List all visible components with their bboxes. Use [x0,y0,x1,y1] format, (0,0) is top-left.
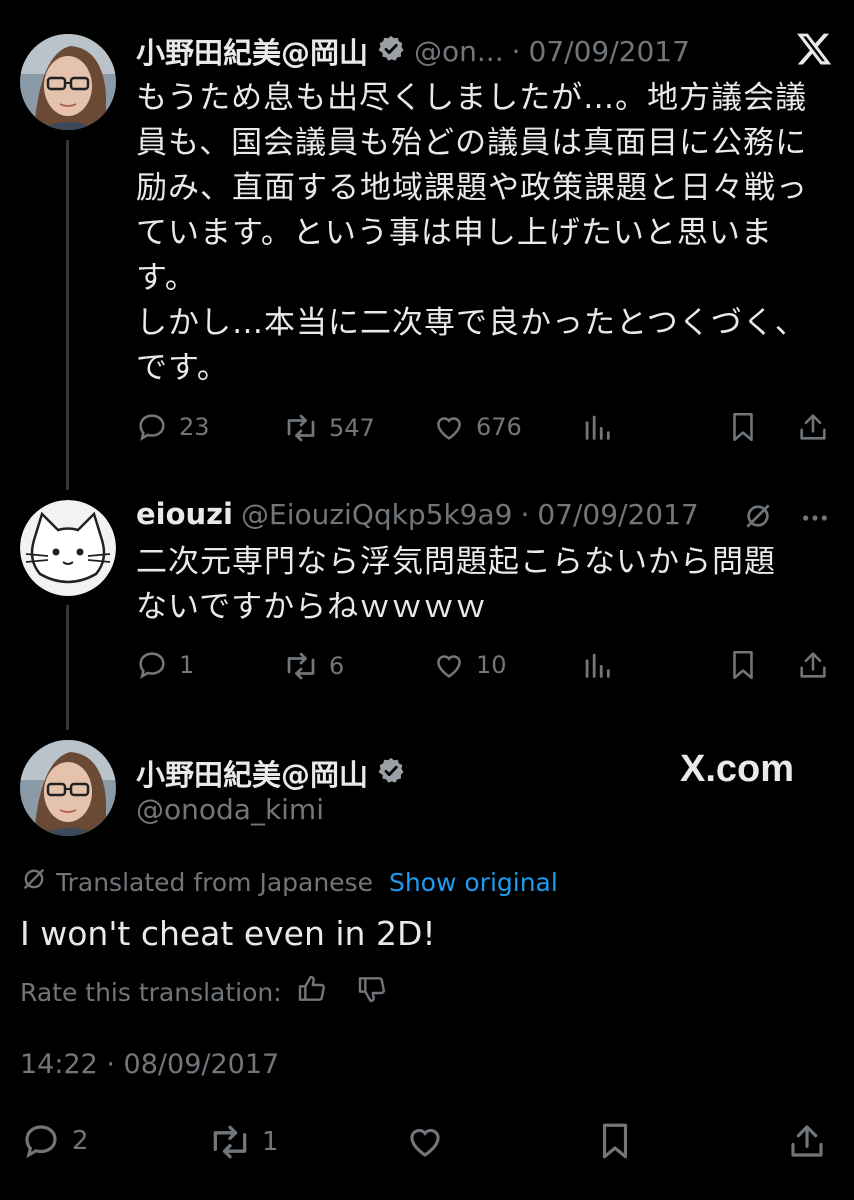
share-icon [796,648,830,682]
repost-icon [283,410,319,446]
like-icon [432,410,466,444]
display-name[interactable]: eiouzi [136,497,233,531]
tweet-date[interactable]: 07/09/2017 [529,35,690,68]
repost-icon [208,1120,252,1164]
reply-count: 23 [179,413,210,441]
tweet-line: もうため息も出尽くしましたが…。地方議会議 [136,80,808,116]
reply-count: 1 [179,651,195,679]
bookmark-icon [726,410,760,444]
translated-label: Translated from Japanese [56,867,373,897]
more-icon[interactable] [798,510,832,529]
tweet-date[interactable]: 07/09/2017 [537,498,698,531]
repost-count: 1 [262,1127,279,1157]
verified-icon [376,34,406,68]
display-name[interactable]: 小野田紀美@岡山 [136,752,368,794]
tweet-line: 二次元専門なら浮気問題起こらないから問題 [136,544,776,580]
rate-translation-label: Rate this translation: [20,977,282,1007]
bookmark-button[interactable] [726,410,760,444]
show-original-link[interactable]: Show original [389,868,558,897]
watermark: X.com [680,748,795,790]
repost-count: 547 [329,414,375,442]
like-count: 10 [476,651,507,679]
tweet-line: 励み、直面する地域課題や政策課題と日々戦っ [136,170,808,206]
bookmark-button[interactable] [594,1120,636,1162]
reply-button[interactable]: 23 [135,410,210,444]
share-button[interactable] [796,410,830,444]
separator: · [520,497,530,531]
thread-line [66,140,69,490]
reply-count: 2 [72,1126,89,1156]
separator: · [511,34,521,68]
avatar[interactable] [20,500,116,596]
like-button[interactable]: 676 [432,410,522,444]
handle[interactable]: @onoda_kimi [136,793,324,826]
bookmark-icon [726,648,760,682]
handle[interactable]: @EiouziQqkp5k9a9 [241,498,512,531]
reply-icon [135,410,169,444]
share-icon [796,410,830,444]
thumbs-down-icon[interactable] [356,973,388,1011]
share-icon [786,1120,828,1162]
verified-icon [376,756,406,790]
like-button[interactable]: 10 [432,648,507,682]
tweet-line: 員も、国会議員も殆どの議員は真面目に公務に [136,125,808,161]
display-name[interactable]: 小野田紀美@岡山 [136,30,368,72]
repost-count: 6 [329,652,345,680]
like-icon [432,648,466,682]
bookmark-icon [594,1120,636,1162]
views-button[interactable] [580,410,614,444]
bookmark-button[interactable] [726,648,760,682]
share-button[interactable] [786,1120,828,1162]
tweet-line: ないですからねｗｗｗｗ [136,589,488,625]
tweet-line: しかし…本当に二次専で良かったとつくづく、 [136,305,807,341]
reply-icon [135,648,169,682]
repost-icon [283,648,319,684]
tweet-text: もうため息も出尽くしましたが…。地方議会議 員も、国会議員も殆どの議員は真面目に… [136,76,826,391]
avatar[interactable] [20,34,116,130]
repost-button[interactable]: 6 [283,648,344,684]
views-icon [580,648,614,682]
like-icon [404,1120,446,1162]
reply-button[interactable]: 1 [135,648,194,682]
repost-button[interactable]: 547 [283,410,375,446]
views-icon [580,410,614,444]
thread-line [66,605,69,730]
tweet-text: 二次元専門なら浮気問題起こらないから問題 ないですからねｗｗｗｗ [136,540,826,630]
like-count: 676 [476,413,522,441]
tweet-line: ています。という事は申し上げたいと思いま [136,215,773,251]
tweet-timestamp[interactable]: 14:22 · 08/09/2017 [20,1049,279,1080]
x-logo-icon[interactable] [795,30,833,68]
avatar[interactable] [20,740,116,836]
like-button[interactable] [404,1120,446,1162]
tweet-line: です。 [136,350,229,386]
handle[interactable]: @on... [414,35,504,68]
reply-button[interactable]: 2 [20,1120,89,1162]
views-button[interactable] [580,648,614,682]
thumbs-up-icon[interactable] [296,973,328,1011]
tweet-line: す。 [136,260,197,296]
translate-icon [742,500,774,536]
reply-icon [20,1120,62,1162]
translate-icon [20,865,48,899]
share-button[interactable] [796,648,830,682]
repost-button[interactable]: 1 [208,1120,279,1164]
tweet-text: I won't cheat even in 2D! [20,914,436,953]
